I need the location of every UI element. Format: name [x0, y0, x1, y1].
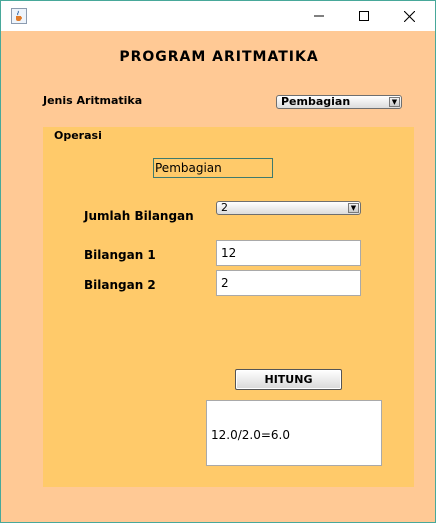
jumlah-bilangan-label: Jumlah Bilangan	[84, 209, 194, 223]
bilangan-1-label: Bilangan 1	[84, 248, 156, 262]
bilangan-1-input[interactable]: 12	[216, 240, 361, 266]
chevron-down-icon[interactable]: ▼	[348, 203, 359, 213]
app-window: PROGRAM ARITMATIKA Jenis Aritmatika Pemb…	[0, 0, 436, 523]
hitung-button[interactable]: HITUNG	[235, 369, 342, 390]
jenis-aritmatika-selected: Pembagian	[281, 95, 351, 108]
bilangan-2-input[interactable]: 2	[216, 270, 361, 296]
close-button[interactable]	[386, 1, 432, 31]
result-textarea[interactable]: 12.0/2.0=6.0	[206, 400, 382, 466]
bilangan-2-label: Bilangan 2	[84, 278, 156, 292]
jenis-aritmatika-combobox[interactable]: Pembagian ▼	[276, 95, 402, 109]
operation-display: Pembagian	[153, 158, 273, 178]
chevron-down-icon[interactable]: ▼	[389, 97, 400, 107]
close-icon	[403, 10, 415, 22]
minimize-button[interactable]	[296, 1, 342, 31]
jumlah-bilangan-selected: 2	[221, 201, 228, 214]
java-cup-icon	[11, 8, 27, 24]
operasi-title: Operasi	[54, 129, 102, 142]
minimize-icon	[314, 15, 324, 17]
title-bar	[1, 1, 435, 31]
maximize-icon	[359, 11, 369, 21]
maximize-button[interactable]	[341, 1, 387, 31]
jumlah-bilangan-combobox[interactable]: 2 ▼	[216, 201, 361, 215]
page-title: PROGRAM ARITMATIKA	[119, 49, 319, 65]
jenis-aritmatika-label: Jenis Aritmatika	[43, 94, 143, 107]
